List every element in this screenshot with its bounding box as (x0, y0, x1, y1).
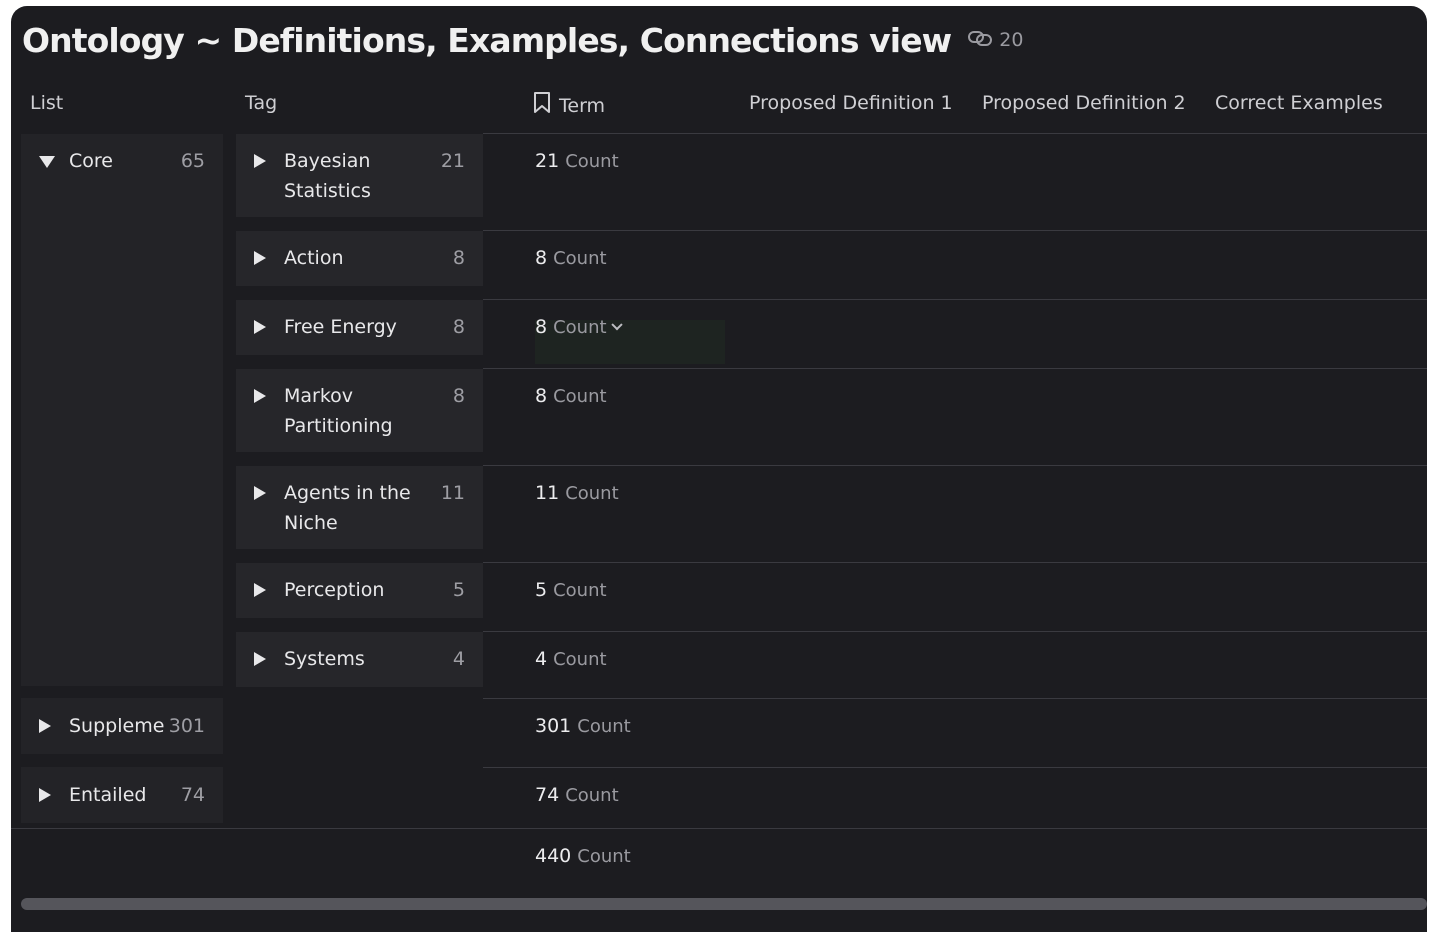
chevron-down-icon[interactable] (610, 319, 623, 331)
tag-group-perception[interactable]: Perception 5 (236, 563, 483, 618)
triangle-down-icon[interactable] (39, 156, 55, 168)
linked-pages-badge[interactable]: 20 (967, 28, 1023, 53)
triangle-right-icon[interactable] (254, 486, 266, 500)
aggregate-count[interactable]: 8 Count (535, 381, 607, 412)
tag-group-markov-partitioning[interactable]: Markov Partitioning 8 (236, 369, 483, 452)
column-header-term-label: Term (559, 94, 606, 117)
column-header-tag[interactable]: Tag (245, 92, 277, 114)
tag-group-count: 5 (452, 579, 465, 601)
list-group-label: Core (69, 150, 113, 172)
tag-group-label-line: Bayesian (284, 150, 371, 172)
group-row-bayesian-statistics: 21 Count (483, 134, 1427, 231)
horizontal-scrollbar[interactable] (21, 898, 1427, 910)
tag-group-action[interactable]: Action 8 (236, 231, 483, 286)
aggregate-count[interactable]: 4 Count (535, 644, 607, 675)
aggregate-count[interactable]: 301 Count (535, 711, 631, 742)
tag-group-label-line: Statistics (284, 180, 371, 202)
tag-group-agents-in-the-niche[interactable]: Agents in the Niche 11 (236, 466, 483, 549)
tag-group-count: 8 (452, 316, 465, 338)
tag-group-label-line: Partitioning (284, 415, 393, 437)
database-view: Ontology ~ Definitions, Examples, Connec… (11, 6, 1427, 932)
list-group-core[interactable]: Core 65 (21, 134, 223, 686)
aggregate-count[interactable]: 11 Count (535, 478, 619, 509)
aggregate-count[interactable]: 8 Count (535, 243, 607, 274)
view-header: Ontology ~ Definitions, Examples, Connec… (22, 18, 1023, 62)
column-header-definition-1[interactable]: Proposed Definition 1 (749, 92, 953, 114)
tag-group-label-line: Action (284, 247, 344, 269)
column-header-list[interactable]: List (30, 92, 63, 114)
group-row-systems: 4 Count (483, 632, 1427, 699)
tag-group-count: 8 (452, 385, 465, 407)
list-group-supplemental[interactable]: Suppleme 301 (21, 698, 223, 754)
page-title: Ontology ~ Definitions, Examples, Connec… (22, 20, 952, 60)
tag-group-label-line: Markov (284, 385, 354, 407)
column-header-correct-examples[interactable]: Correct Examples (1215, 92, 1383, 114)
bookmark-icon (533, 92, 551, 119)
group-row-perception: 5 Count (483, 563, 1427, 632)
group-row-free-energy: 8 Count (483, 300, 1427, 369)
tag-group-label-line: Agents in the (284, 482, 411, 504)
tag-group-label-line: Systems (284, 648, 365, 670)
aggregate-count[interactable]: 74 Count (535, 780, 619, 811)
tag-group-count: 4 (452, 648, 465, 670)
linked-pages-count: 20 (999, 29, 1024, 51)
list-group-count: 65 (180, 150, 205, 172)
tag-group-label-line: Perception (284, 579, 385, 601)
triangle-right-icon[interactable] (254, 652, 266, 666)
triangle-right-icon[interactable] (254, 389, 266, 403)
triangle-right-icon[interactable] (39, 719, 51, 733)
tag-group-label-line: Free Energy (284, 316, 397, 338)
triangle-right-icon[interactable] (254, 251, 266, 265)
tag-group-bayesian-statistics[interactable]: Bayesian Statistics 21 (236, 134, 483, 217)
aggregate-count[interactable]: 21 Count (535, 146, 619, 177)
tag-group-free-energy[interactable]: Free Energy 8 (236, 300, 483, 355)
triangle-right-icon[interactable] (254, 154, 266, 168)
list-group-count: 301 (168, 715, 205, 737)
aggregate-count[interactable]: 5 Count (535, 575, 607, 606)
group-row-entailed: 74 Count (11, 768, 1427, 829)
tag-group-count: 8 (452, 247, 465, 269)
group-row-action: 8 Count (483, 231, 1427, 300)
aggregate-count[interactable]: 8 Count (535, 312, 623, 343)
column-header-term[interactable]: Term (533, 92, 605, 119)
group-row-agents-in-the-niche: 11 Count (483, 466, 1427, 563)
triangle-right-icon[interactable] (254, 320, 266, 334)
list-group-label: Suppleme (69, 715, 165, 737)
column-header-definition-2[interactable]: Proposed Definition 2 (982, 92, 1186, 114)
group-row-markov-partitioning: 8 Count (483, 369, 1427, 466)
tag-group-label-line: Niche (284, 512, 338, 534)
tag-group-count: 21 (440, 150, 465, 172)
triangle-right-icon[interactable] (254, 583, 266, 597)
tag-group-count: 11 (440, 482, 465, 504)
total-count[interactable]: 440 Count (535, 841, 631, 872)
tag-group-systems[interactable]: Systems 4 (236, 632, 483, 687)
group-row-supplemental: 301 Count (483, 699, 1427, 768)
link-icon (967, 28, 993, 53)
